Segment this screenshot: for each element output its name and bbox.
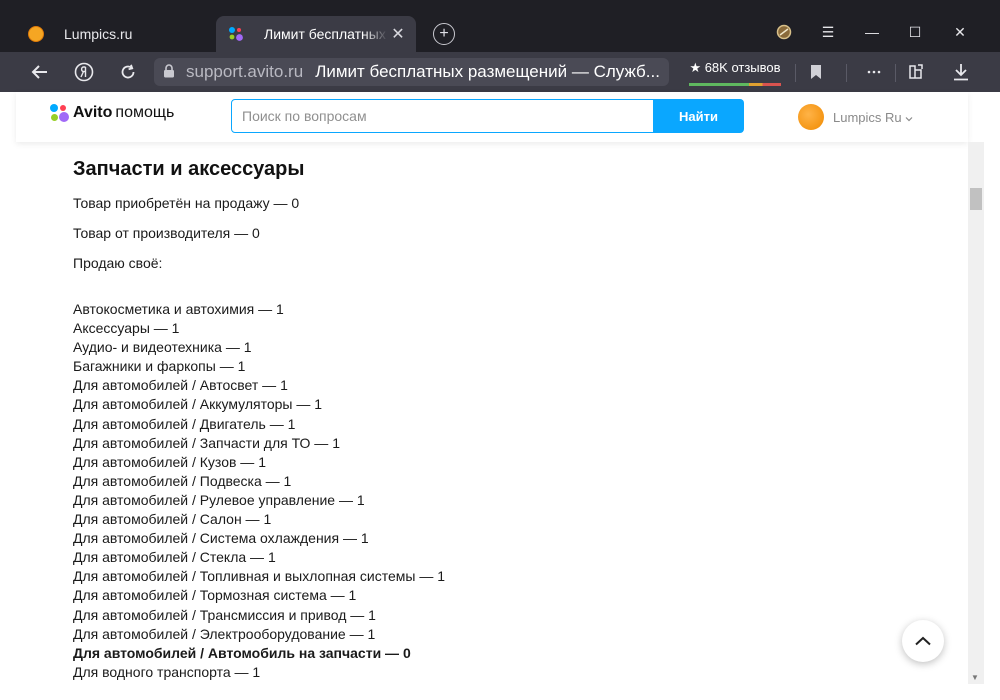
tab-bar: Lumpics.ru Лимит бесплатных разм ✕ + ☰ —… [0, 0, 1000, 52]
user-menu[interactable]: Lumpics Ru [798, 104, 913, 130]
tab-title: Лимит бесплатных разм [264, 26, 388, 42]
sidebar-panel-icon[interactable] [905, 60, 927, 84]
user-name: Lumpics Ru [833, 109, 902, 125]
list-item: Для автомобилей / Стекла — 1 [73, 549, 276, 566]
list-item: Для автомобилей / Салон — 1 [73, 511, 272, 528]
download-icon[interactable] [950, 60, 972, 84]
browser-window: Lumpics.ru Лимит бесплатных разм ✕ + ☰ —… [0, 0, 1000, 700]
list-item: Аксессуары — 1 [73, 320, 180, 337]
list-item: Для автомобилей / Трансмиссия и привод —… [73, 606, 376, 623]
tab-avito-support[interactable]: Лимит бесплатных разм ✕ [216, 16, 416, 52]
lock-icon [163, 63, 177, 81]
list-item: Для автомобилей / Аккумуляторы — 1 [73, 396, 323, 413]
logo-suffix: помощь [115, 104, 175, 121]
list-item: Для автомобилей / Подвеска — 1 [73, 472, 292, 489]
tab-title: Lumpics.ru [64, 26, 133, 42]
avatar [798, 104, 824, 130]
navigation-bar: support.avito.ru Лимит бесплатных размещ… [0, 52, 1000, 92]
list-item: Для водного транспорта — 1 [73, 663, 261, 680]
avito-logo-icon [50, 104, 69, 122]
extension-icon[interactable] [776, 24, 792, 43]
address-bar[interactable]: support.avito.ru Лимит бесплатных размещ… [154, 58, 669, 86]
category-limit-list: Автокосметика и автохимия — 1 Аксессуары … [73, 300, 445, 682]
scroll-down-icon[interactable]: ▼ [971, 673, 979, 682]
back-arrow-icon[interactable] [28, 60, 52, 84]
close-window-icon[interactable]: ✕ [952, 24, 968, 41]
divider [895, 64, 896, 82]
paragraph-manufacturer: Товар от производителя — 0 [73, 225, 260, 241]
paragraph-selling-own: Продаю своё: [73, 255, 163, 271]
reviews-badge[interactable]: ★ 68K отзывов [689, 60, 781, 86]
list-item: Аудио- и видеотехника — 1 [73, 339, 252, 356]
new-tab-button[interactable]: + [433, 23, 455, 45]
divider [846, 64, 847, 82]
bookmark-icon[interactable] [806, 60, 826, 84]
rating-bar [689, 83, 781, 86]
list-item: Багажники и фаркопы — 1 [73, 358, 246, 375]
list-item: Для автомобилей / Система охлаждения — 1 [73, 530, 369, 547]
minimize-icon[interactable]: — [864, 24, 880, 40]
window-bottom-edge [0, 684, 1000, 700]
tab-lumpics[interactable]: Lumpics.ru [16, 16, 216, 52]
search-field[interactable] [231, 99, 654, 133]
divider [795, 64, 796, 82]
list-item: Для автомобилей / Кузов — 1 [73, 453, 266, 470]
list-item: Для автомобилей / Рулевое управление — 1 [73, 491, 365, 508]
list-item: Для автомобилей / Автосвет — 1 [73, 377, 288, 394]
search-input[interactable] [232, 100, 653, 132]
scrollbar-thumb[interactable] [970, 188, 982, 210]
menu-icon[interactable]: ☰ [820, 24, 836, 41]
logo-brand: Avito [73, 104, 113, 121]
paragraph-purchased: Товар приобретён на продажу — 0 [73, 195, 300, 211]
list-item: Для автомобилей / Электрооборудование — … [73, 625, 376, 642]
list-item: Автокосметика и автохимия — 1 [73, 301, 284, 317]
maximize-icon[interactable]: ☐ [907, 24, 923, 41]
reload-icon[interactable] [116, 60, 140, 84]
list-item: Для автомобилей / Автомобиль на запчасти… [73, 644, 411, 661]
reviews-label: ★ 68K отзывов [689, 60, 781, 75]
vertical-scrollbar[interactable]: ▼ [968, 142, 984, 684]
scroll-to-top-button[interactable] [902, 620, 944, 662]
section-heading: Запчасти и аксессуары [73, 158, 305, 180]
article-content: Запчасти и аксессуары Товар приобретён н… [16, 142, 968, 684]
site-header: Avito помощь Найти Lumpics Ru [16, 92, 968, 142]
search-button[interactable]: Найти [653, 99, 744, 133]
avito-help-logo[interactable]: Avito помощь [50, 104, 174, 122]
list-item: Для автомобилей / Топливная и выхлопная … [73, 568, 446, 585]
avito-favicon-icon [228, 26, 244, 42]
chevron-down-icon [905, 110, 913, 125]
list-item: Для автомобилей / Тормозная система — 1 [73, 587, 357, 604]
yandex-icon[interactable] [72, 60, 96, 84]
list-item: Для автомобилей / Двигатель — 1 [73, 415, 296, 432]
tab-close-icon[interactable]: ✕ [388, 24, 408, 44]
list-item: Для автомобилей / Запчасти для ТО — 1 [73, 434, 340, 451]
url-host: support.avito.ru [186, 62, 304, 81]
more-icon[interactable] [864, 60, 884, 84]
page-title-in-address: Лимит бесплатных размещений — Служб... [315, 62, 660, 81]
lumpics-favicon-icon [28, 26, 44, 42]
